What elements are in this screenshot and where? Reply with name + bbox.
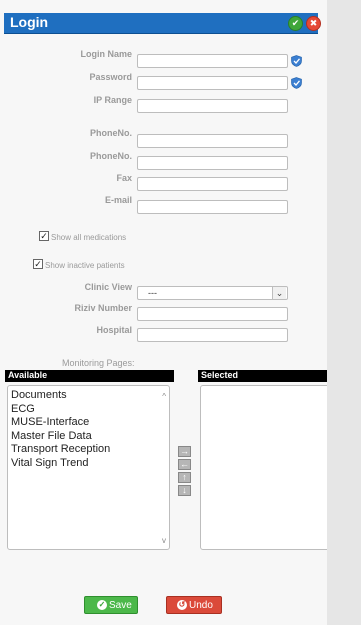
available-header-label: Available [8,370,48,380]
phone-label: PhoneNo. [90,128,132,138]
login-name-input[interactable] [137,54,288,68]
move-down-button[interactable]: ↓ [178,485,191,496]
move-left-button[interactable]: ← [178,459,191,470]
undo-icon: ↺ [177,600,187,610]
scroll-down-icon[interactable]: v [162,536,166,545]
undo-button[interactable]: ↺ Undo [166,596,222,614]
email-label: E-mail [104,195,132,205]
window-title: Login [10,14,49,30]
login-panel: Login ✔ ✖ Login Name Password IP Range P… [0,0,361,625]
list-item[interactable]: ECG [11,403,110,417]
shield-icon[interactable] [291,77,302,89]
undo-label: Undo [189,600,213,611]
ip-range-input[interactable] [137,99,288,113]
login-name-label: Login Name [80,49,132,59]
clinic-view-select[interactable]: --- ⌄ [137,286,288,300]
fax-input[interactable] [137,177,288,191]
save-label: Save [109,600,132,611]
list-item[interactable]: Documents [11,389,110,403]
hospital-label: Hospital [96,325,132,335]
clinic-view-label: Clinic View [84,282,132,292]
move-right-button[interactable]: → [178,446,191,457]
monitoring-pages-label: Monitoring Pages: [62,358,135,368]
shield-icon[interactable] [291,55,302,67]
phone-input-2[interactable] [137,156,288,170]
scroll-up-icon[interactable]: ^ [162,392,166,401]
riziv-number-label: Riziv Number [74,303,132,313]
password-label: Password [89,72,132,82]
clinic-view-value: --- [148,288,157,298]
save-button[interactable]: ✓ Save [84,596,138,614]
move-up-button[interactable]: ↑ [178,472,191,483]
riziv-number-input[interactable] [137,307,288,321]
ip-range-label: IP Range [93,95,132,105]
check-circle-icon[interactable]: ✔ [288,16,303,31]
phone-input[interactable] [137,134,288,148]
window-titlebar: Login ✔ ✖ [4,13,321,34]
close-circle-icon[interactable]: ✖ [306,16,321,31]
right-strip [327,0,361,625]
selected-header-label: Selected [201,370,239,380]
fax-label: Fax [116,173,132,183]
email-input[interactable] [137,200,288,214]
show-all-medications-label: Show all medications [51,233,127,242]
phone-label-2: PhoneNo. [90,151,132,161]
hospital-input[interactable] [137,328,288,342]
list-item[interactable]: Transport Reception [11,443,110,457]
show-inactive-patients-checkbox[interactable]: ✓ [33,259,43,269]
list-item[interactable]: Vital Sign Trend [11,457,110,471]
show-all-medications-checkbox[interactable]: ✓ [39,231,49,241]
list-item[interactable]: Master File Data [11,430,110,444]
check-icon: ✓ [97,600,107,610]
available-list[interactable]: Documents ECG MUSE-Interface Master File… [7,385,170,550]
available-header: Available [5,370,174,382]
show-inactive-patients-label: Show inactive patients [45,261,125,270]
list-item[interactable]: MUSE-Interface [11,416,110,430]
password-input[interactable] [137,76,288,90]
chevron-down-icon[interactable]: ⌄ [272,287,286,299]
available-items: Documents ECG MUSE-Interface Master File… [11,389,110,470]
